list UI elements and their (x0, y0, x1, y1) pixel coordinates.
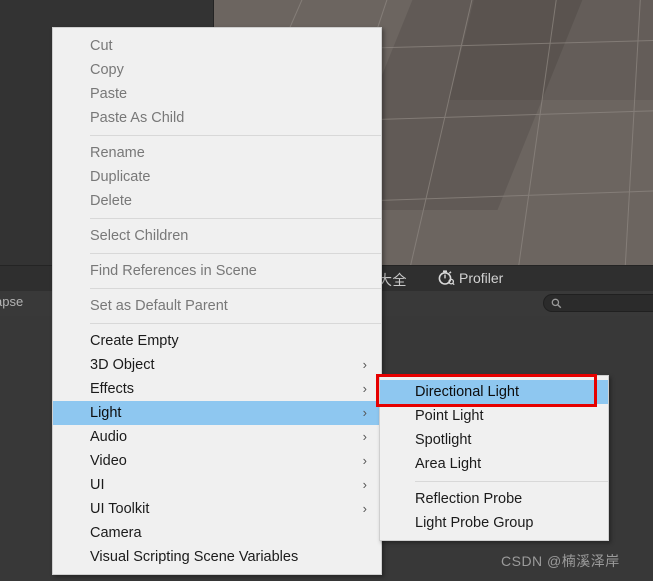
context-menu-separator (90, 135, 381, 136)
context-menu-item-set-as-default-parent: Set as Default Parent (53, 294, 381, 318)
stopwatch-icon (438, 270, 455, 286)
context-menu-item-camera[interactable]: Camera (53, 521, 381, 545)
chevron-right-icon: › (362, 477, 367, 492)
context-menu-item-label: 3D Object (90, 357, 155, 373)
light-submenu-item-directional-light[interactable]: Directional Light (380, 380, 608, 404)
context-menu-item-label: Camera (90, 525, 142, 541)
context-menu-item-duplicate: Duplicate (53, 165, 381, 189)
context-menu-item-create-empty[interactable]: Create Empty (53, 329, 381, 353)
chevron-right-icon: › (362, 429, 367, 444)
context-menu-item-ui-toolkit[interactable]: UI Toolkit › (53, 497, 381, 521)
context-menu-item-label: Light (90, 405, 122, 421)
context-menu-item-label: Effects (90, 381, 135, 397)
watermark: CSDN @楠溪泽岸 (501, 553, 620, 569)
context-menu-item-label: Find References in Scene (90, 263, 257, 279)
context-menu-item-label: Paste As Child (90, 110, 185, 126)
light-submenu-item-label: Area Light (415, 456, 482, 472)
light-submenu-item-label: Directional Light (415, 384, 519, 400)
context-menu-item-label: Create Empty (90, 333, 179, 349)
context-menu-item-paste: Paste (53, 82, 381, 106)
context-menu-item-rename: Rename (53, 141, 381, 165)
context-menu-item-find-references-in-scene: Find References in Scene (53, 259, 381, 283)
chevron-right-icon: › (362, 501, 367, 516)
light-submenu-item-area-light[interactable]: Area Light (380, 452, 608, 476)
context-menu-item-visual-scripting-scene-variables[interactable]: Visual Scripting Scene Variables (53, 545, 381, 569)
context-menu-separator (90, 218, 381, 219)
chevron-right-icon: › (362, 453, 367, 468)
light-submenu-item-label: Reflection Probe (415, 491, 523, 507)
context-menu-item-label: Audio (90, 429, 128, 445)
context-menu-item-label: Delete (90, 193, 132, 209)
context-menu-item-label: Paste (90, 86, 128, 102)
light-submenu-item-spotlight[interactable]: Spotlight (380, 428, 608, 452)
search-input[interactable] (543, 294, 653, 312)
search-icon (551, 298, 562, 308)
context-menu-item-label: Copy (90, 62, 124, 78)
light-submenu-item-label: Light Probe Group (415, 515, 534, 531)
context-menu-item-audio[interactable]: Audio › (53, 425, 381, 449)
light-submenu-item-point-light[interactable]: Point Light (380, 404, 608, 428)
context-menu-item-ui[interactable]: UI › (53, 473, 381, 497)
context-menu-separator (90, 253, 381, 254)
context-menu-item-label: Set as Default Parent (90, 298, 228, 314)
unity-editor-window: 大全 Profiler ollapse CutCopyPastePaste As (0, 0, 653, 581)
context-menu-separator (90, 323, 381, 324)
light-submenu-item-reflection-probe[interactable]: Reflection Probe (380, 487, 608, 511)
context-menu-item-label: Rename (90, 145, 145, 161)
context-menu-item-paste-as-child: Paste As Child (53, 106, 381, 130)
context-menu-item-label: Visual Scripting Scene Variables (90, 549, 299, 565)
context-menu[interactable]: Cut Copy Paste Paste As Child Rename Duplicat… (52, 27, 382, 575)
light-submenu-item-label: Point Light (415, 408, 484, 424)
chevron-right-icon: › (362, 357, 367, 372)
tab-profiler-label: Profiler (459, 270, 504, 286)
light-submenu-item-label: Spotlight (415, 432, 472, 448)
context-menu-item-label: Cut (90, 38, 113, 54)
context-menu-item-select-children: Select Children (53, 224, 381, 248)
context-menu-item-light[interactable]: Light › (53, 401, 381, 425)
context-menu-item-cut: Cut (53, 34, 381, 58)
light-submenu-item-light-probe-group[interactable]: Light Probe Group (380, 511, 608, 535)
context-menu-item-label: Duplicate (90, 169, 151, 185)
context-menu-item-delete: Delete (53, 189, 381, 213)
context-menu-item-video[interactable]: Video › (53, 449, 381, 473)
chevron-right-icon: › (362, 405, 367, 420)
context-menu-separator (90, 288, 381, 289)
context-menu-item-label: UI Toolkit (90, 501, 150, 517)
context-menu-item-effects[interactable]: Effects › (53, 377, 381, 401)
context-menu-item-copy: Copy (53, 58, 381, 82)
context-menu-item-label: UI (90, 477, 105, 493)
context-menu-item-3d-object[interactable]: 3D Object › (53, 353, 381, 377)
context-menu-item-label: Video (90, 453, 127, 469)
light-submenu-separator (415, 481, 608, 482)
tab-profiler[interactable]: Profiler (437, 270, 503, 286)
chevron-right-icon: › (362, 381, 367, 396)
tab-label-cjk[interactable]: 大全 (378, 270, 407, 290)
light-submenu[interactable]: Directional Light Point Light Spotlight Are… (379, 375, 609, 541)
context-menu-item-label: Select Children (90, 228, 189, 244)
collapse-button[interactable]: ollapse (0, 294, 23, 309)
